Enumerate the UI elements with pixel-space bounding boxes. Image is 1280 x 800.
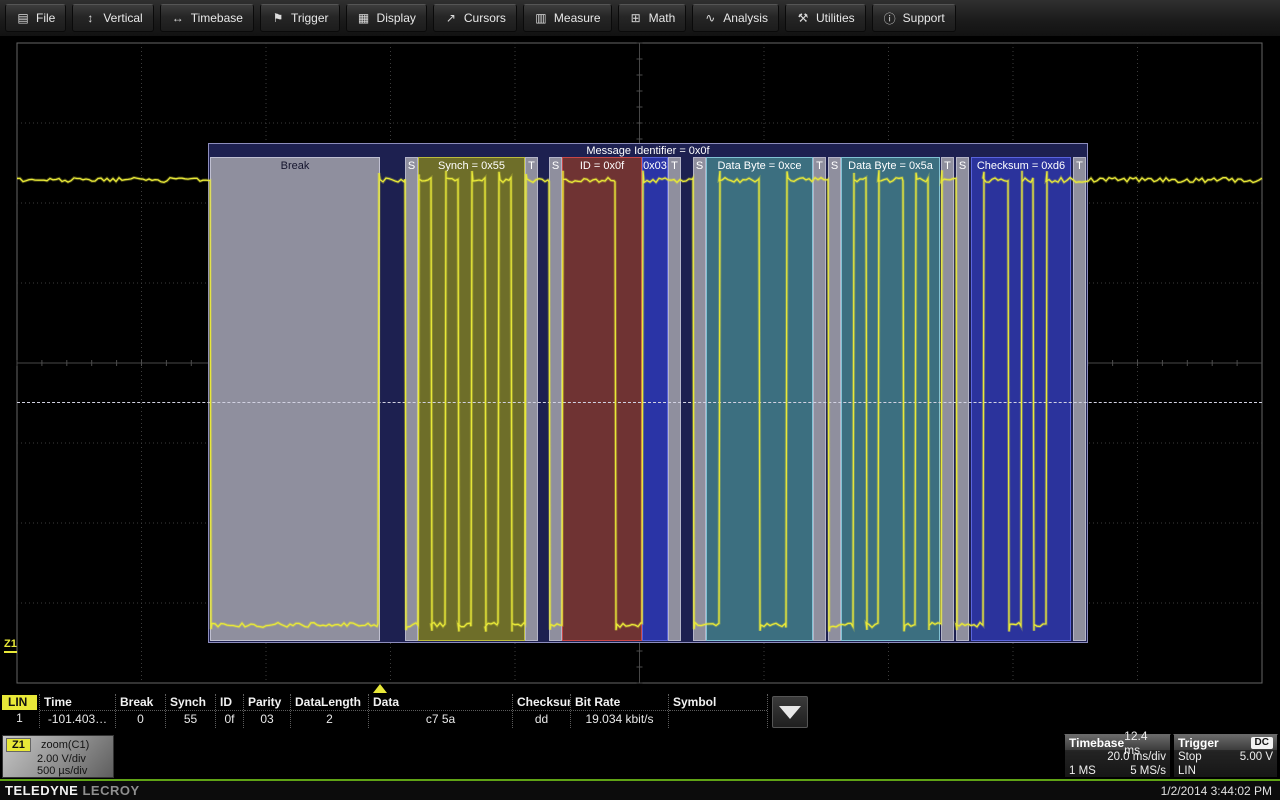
measure-icon: ▥ — [534, 11, 548, 25]
z1-badge: Z1 — [6, 738, 31, 752]
waveform-trace — [0, 36, 1280, 692]
table-column-time: Time-101.403… — [40, 694, 116, 728]
menu-label: Measure — [554, 11, 601, 25]
menu-button-cursors[interactable]: ↗ Cursors — [433, 4, 517, 32]
menu-button-display[interactable]: ▦ Display — [346, 4, 427, 32]
z1-descriptor-panel[interactable]: Z1 zoom(C1) 2.00 V/div 500 µs/div — [2, 735, 114, 778]
table-column-datalength: DataLength2 — [291, 694, 369, 728]
menu-button-support[interactable]: ⓘ Support — [872, 4, 956, 32]
menu-button-analysis[interactable]: ∿ Analysis — [692, 4, 779, 32]
menu-button-math[interactable]: ⊞ Math — [618, 4, 687, 32]
chevron-down-icon — [779, 706, 801, 719]
table-header-cell: Parity — [244, 694, 290, 711]
menu-label: Cursors — [464, 11, 506, 25]
menu-button-vertical[interactable]: ↕ Vertical — [72, 4, 153, 32]
timebase-samples: 1 MS — [1069, 764, 1096, 778]
table-header-cell: Synch — [166, 694, 215, 711]
table-header-cell: LIN — [2, 695, 37, 710]
menu-label: Math — [649, 11, 676, 25]
decode-table-columns: LIN1Time-101.403…Break0Synch55ID0fParity… — [0, 694, 768, 728]
display-icon: ▦ — [357, 11, 371, 25]
vertical-icon: ↕ — [83, 11, 97, 25]
table-header-cell: Bit Rate — [571, 694, 668, 711]
menu-button-measure[interactable]: ▥ Measure — [523, 4, 612, 32]
table-scroll-down-button[interactable] — [772, 696, 808, 728]
menu-label: File — [36, 11, 55, 25]
timebase-descriptor-panel[interactable]: Timebase 12.4 ms 20.0 ms/div 1 MS 5 MS/s — [1064, 734, 1171, 778]
table-value-cell[interactable]: 55 — [166, 711, 215, 728]
menu-button-timebase[interactable]: ↔ Timebase — [160, 4, 254, 32]
menu-button-file[interactable]: ▤ File — [5, 4, 66, 32]
support-icon: ⓘ — [883, 10, 897, 27]
trigger-descriptor-panel[interactable]: Trigger DC Stop 5.00 V LIN — [1173, 734, 1278, 778]
menu-label: Vertical — [103, 11, 142, 25]
table-column-synch: Synch55 — [166, 694, 216, 728]
table-value-cell[interactable]: c7 5a — [369, 711, 512, 728]
trigger-position-marker[interactable] — [373, 684, 387, 693]
table-column-symbol: Symbol — [669, 694, 768, 728]
table-header-cell: Break — [116, 694, 165, 711]
status-bar: TELEDYNE LECROY 1/2/2014 3:44:02 PM — [0, 781, 1280, 800]
menu-button-utilities[interactable]: ⚒ Utilities — [785, 4, 866, 32]
table-column-lin: LIN1 — [0, 694, 40, 728]
menu-label: Support — [903, 11, 945, 25]
menu-button-trigger[interactable]: ⚑ Trigger — [260, 4, 340, 32]
brand-lecroy: LECROY — [82, 783, 139, 798]
z1-source-label: zoom(C1) — [41, 739, 89, 751]
analysis-icon: ∿ — [703, 11, 717, 25]
table-value-cell[interactable]: -101.403… — [40, 711, 115, 728]
table-value-cell[interactable]: 0 — [116, 711, 165, 728]
menu-bar: ▤ File ↕ Vertical ↔ Timebase ⚑ Trigger ▦ Display ↗… — [0, 0, 1280, 36]
menu-label: Trigger — [291, 11, 329, 25]
table-column-checksum: Checksumdd — [513, 694, 571, 728]
file-icon: ▤ — [16, 11, 30, 25]
table-value-cell[interactable] — [669, 711, 767, 728]
brand-logo: TELEDYNE LECROY — [5, 783, 140, 798]
utilities-icon: ⚒ — [796, 11, 810, 25]
z1-trace-label[interactable]: Z1 — [4, 638, 17, 653]
z1-time-per-div: 500 µs/div — [37, 765, 87, 777]
timebase-icon: ↔ — [171, 11, 185, 25]
menu-label: Analysis — [723, 11, 768, 25]
brand-teledyne: TELEDYNE — [5, 783, 78, 798]
table-header-cell: Time — [40, 694, 115, 711]
trigger-mode: Stop — [1178, 750, 1202, 764]
math-icon: ⊞ — [629, 11, 643, 25]
trigger-title: Trigger — [1178, 736, 1219, 750]
table-header-cell: DataLength — [291, 694, 368, 711]
trigger-level: 5.00 V — [1240, 750, 1273, 764]
timebase-sample-rate: 5 MS/s — [1130, 764, 1166, 778]
table-header-cell: Symbol — [669, 694, 767, 711]
trigger-source: LIN — [1178, 764, 1196, 778]
table-column-bit-rate: Bit Rate19.034 kbit/s — [571, 694, 669, 728]
table-value-cell[interactable]: 19.034 kbit/s — [571, 711, 668, 728]
table-header-cell: Checksum — [513, 694, 570, 711]
menu-label: Utilities — [816, 11, 855, 25]
table-column-id: ID0f — [216, 694, 244, 728]
table-column-parity: Parity03 — [244, 694, 291, 728]
table-header-cell: ID — [216, 694, 243, 711]
oscilloscope-app: ▤ File ↕ Vertical ↔ Timebase ⚑ Trigger ▦ Display ↗… — [0, 0, 1280, 800]
trigger-coupling-badge: DC — [1251, 737, 1273, 749]
table-value-cell[interactable]: 03 — [244, 711, 290, 728]
table-header-cell: Data — [369, 694, 512, 711]
timebase-per-div: 20.0 ms/div — [1107, 750, 1166, 764]
waveform-display: Message Identifier = 0x0f BreakSSynch = … — [0, 36, 1280, 692]
table-value-cell[interactable]: 2 — [291, 711, 368, 728]
table-value-cell[interactable]: 1 — [0, 710, 39, 727]
table-value-cell[interactable]: dd — [513, 711, 570, 728]
cursors-icon: ↗ — [444, 11, 458, 25]
table-column-break: Break0 — [116, 694, 166, 728]
menu-label: Timebase — [191, 11, 243, 25]
timebase-title: Timebase — [1069, 736, 1124, 750]
menu-label: Display — [377, 11, 416, 25]
clock-datetime: 1/2/2014 3:44:02 PM — [1161, 784, 1272, 798]
z1-volts-per-div: 2.00 V/div — [37, 753, 86, 765]
trigger-icon: ⚑ — [271, 11, 285, 25]
lin-decode-table: LIN1Time-101.403…Break0Synch55ID0fParity… — [0, 694, 806, 728]
table-column-data: Datac7 5a — [369, 694, 513, 728]
table-value-cell[interactable]: 0f — [216, 711, 243, 728]
